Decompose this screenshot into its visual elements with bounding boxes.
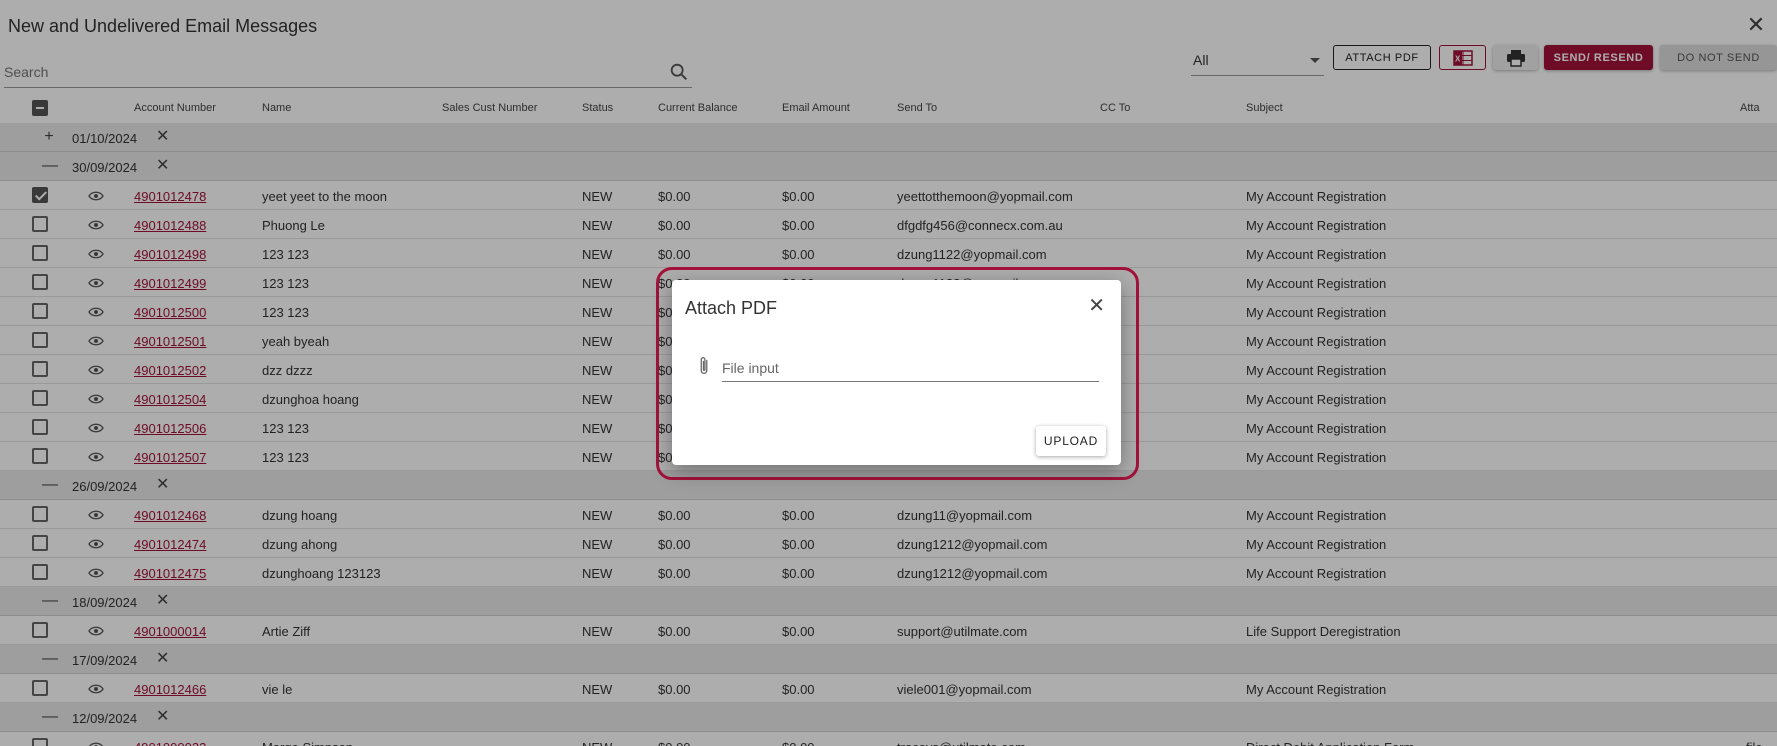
upload-button[interactable]: UPLOAD xyxy=(1036,426,1106,456)
close-icon[interactable]: ✕ xyxy=(1088,296,1105,316)
dialog-title: Attach PDF xyxy=(685,298,778,318)
email-messages-page: New and Undelivered Email Messages ✕ All… xyxy=(0,0,1777,746)
attach-pdf-dialog: Attach PDF ✕ File input UPLOAD xyxy=(672,280,1121,465)
file-input[interactable]: File input xyxy=(722,356,1099,382)
paperclip-icon xyxy=(700,357,708,374)
